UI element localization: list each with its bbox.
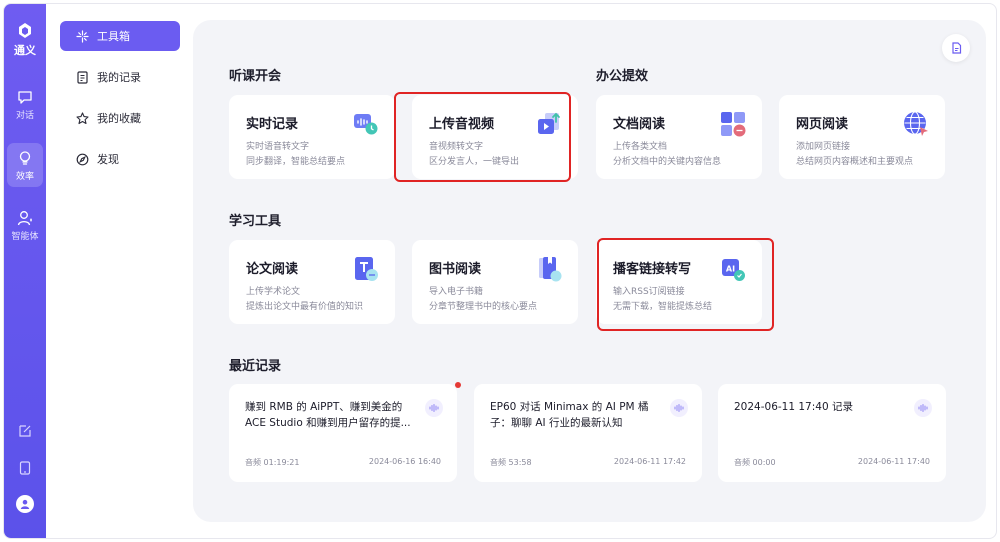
- recent-record-title: 2024-06-11 17:40 记录: [734, 401, 853, 413]
- svg-text:AI: AI: [726, 265, 735, 274]
- ai-podcast-icon: AI: [722, 259, 745, 281]
- upload-video-icon: [538, 112, 560, 134]
- audio-wave-icon: [670, 399, 688, 417]
- tool-card-desc: 分析文档中的关键内容信息: [613, 157, 722, 167]
- recent-record-title: 赚到 RMB 的 AiPPT、赚到美金的 ACE Studio 和赚到用户留存的…: [245, 401, 411, 429]
- rail-item-label: 智能体: [11, 232, 39, 242]
- tool-card-podcast[interactable]: 播客链接转写 输入RSS订阅链接 无需下载，智能提炼总结 AI: [596, 240, 762, 324]
- tool-card-desc: 输入RSS订阅链接: [613, 287, 685, 297]
- document-shortcut-button[interactable]: [942, 34, 970, 62]
- paper-icon: [355, 257, 378, 281]
- tool-card-desc: 无需下载，智能提炼总结: [613, 302, 713, 312]
- recent-record-card[interactable]: EP60 对话 Minimax 的 AI PM 橘子：聊聊 AI 行业的最新认知…: [474, 384, 702, 482]
- tool-card-desc: 上传学术论文: [246, 287, 301, 297]
- user-avatar[interactable]: [16, 495, 34, 513]
- agent-icon: [17, 211, 32, 226]
- app-window: 通义 对话 效率 智能体 工具箱 我的记录 我的收藏 发现 听课开会 办公提效 …: [3, 3, 997, 539]
- tool-card-desc: 音视频转文字: [429, 142, 484, 152]
- nav-item-favorites[interactable]: 我的收藏: [60, 103, 180, 133]
- tool-card-paper-reading[interactable]: 论文阅读 上传学术论文 提炼出论文中最有价值的知识: [229, 240, 395, 324]
- tool-card-realtime[interactable]: 实时记录 实时语音转文字 同步翻译，智能总结要点: [229, 95, 395, 179]
- record-document-icon: [77, 70, 88, 84]
- realtime-record-icon: [354, 114, 378, 135]
- tool-card-upload-av[interactable]: 上传音视频 音视频转文字 区分发言人，一键导出: [412, 95, 578, 179]
- tongyi-logo-icon: [19, 23, 31, 38]
- audio-wave-icon: [914, 399, 932, 417]
- toolbox-panel: 听课开会 办公提效 学习工具 最近记录 实时记录 实时语音转文字 同步翻译，智能总…: [193, 20, 986, 522]
- section-title-listen: 听课开会: [229, 69, 282, 84]
- recent-record-card[interactable]: 2024-06-11 17:40 记录 音频 00:00 2024-06-11 …: [718, 384, 946, 482]
- nav-item-records[interactable]: 我的记录: [60, 62, 180, 92]
- globe-icon: [904, 111, 928, 136]
- user-icon: [20, 499, 30, 509]
- icon-rail: 通义 对话 效率 智能体: [4, 4, 46, 538]
- star-icon: [76, 111, 89, 124]
- rail-item-label: 对话: [15, 111, 34, 121]
- rail-edit-button[interactable]: [4, 424, 46, 438]
- section-title-recent: 最近记录: [229, 359, 282, 374]
- tool-card-desc: 同步翻译，智能总结要点: [246, 157, 346, 167]
- rail-mobile-button[interactable]: [4, 461, 46, 475]
- recent-record-title: EP60 对话 Minimax 的 AI PM 橘子：聊聊 AI 行业的最新认知: [490, 401, 649, 429]
- edit-note-icon: [19, 425, 31, 437]
- book-icon: [539, 257, 562, 282]
- tool-card-web-reading[interactable]: 网页阅读 添加网页链接 总结网页内容概述和主要观点: [779, 95, 945, 179]
- recent-record-type: 音频 53:58: [490, 458, 532, 467]
- audio-wave-icon: [425, 399, 443, 417]
- nav-item-label: 工具箱: [97, 30, 130, 43]
- rail-item-label: 效率: [15, 172, 34, 182]
- section-title-study: 学习工具: [229, 214, 282, 229]
- tool-card-book-reading[interactable]: 图书阅读 导入电子书籍 分章节整理书中的核心要点: [412, 240, 578, 324]
- sparkle-icon: [76, 29, 89, 43]
- tool-card-desc: 添加网页链接: [796, 142, 851, 152]
- unread-dot: [455, 382, 461, 388]
- recent-record-type: 音频 01:19:21: [245, 458, 300, 467]
- recent-record-card[interactable]: 赚到 RMB 的 AiPPT、赚到美金的 ACE Studio 和赚到用户留存的…: [229, 384, 457, 482]
- recent-record-time: 2024-06-16 16:40: [368, 457, 441, 466]
- secondary-nav: 工具箱 我的记录 我的收藏 发现: [46, 4, 192, 538]
- tool-card-desc: 实时语音转文字: [246, 142, 310, 152]
- rail-item-agent[interactable]: 智能体: [7, 210, 43, 250]
- recent-record-time: 2024-06-11 17:42: [613, 457, 686, 466]
- tool-card-desc: 提炼出论文中最有价值的知识: [246, 302, 364, 312]
- app-logo[interactable]: 通义: [4, 22, 46, 58]
- tool-card-desc: 区分发言人，一键导出: [429, 157, 520, 167]
- rail-item-efficiency[interactable]: 效率: [7, 143, 43, 187]
- tool-card-desc: 分章节整理书中的核心要点: [429, 302, 538, 312]
- nav-item-toolbox[interactable]: 工具箱: [60, 21, 180, 51]
- tool-card-desc: 上传各类文档: [613, 142, 668, 152]
- nav-item-discover[interactable]: 发现: [60, 144, 180, 174]
- nav-item-label: 发现: [97, 153, 119, 166]
- nav-item-label: 我的记录: [97, 71, 141, 84]
- compass-icon: [76, 153, 89, 165]
- app-logo-label: 通义: [14, 44, 36, 57]
- tool-card-desc: 导入电子书籍: [429, 287, 484, 297]
- recent-record-time: 2024-06-11 17:40: [857, 457, 930, 466]
- rail-item-chat[interactable]: 对话: [7, 88, 43, 124]
- section-title-office: 办公提效: [596, 69, 649, 84]
- document-grid-icon: [721, 112, 746, 137]
- lightbulb-icon: [19, 151, 31, 165]
- document-icon: [951, 42, 961, 54]
- chat-bubble-icon: [18, 91, 32, 104]
- nav-item-label: 我的收藏: [97, 112, 141, 125]
- recent-record-type: 音频 00:00: [734, 458, 776, 467]
- tool-card-doc-reading[interactable]: 文档阅读 上传各类文档 分析文档中的关键内容信息: [596, 95, 762, 179]
- mobile-phone-icon: [19, 461, 31, 475]
- tool-card-desc: 总结网页内容概述和主要观点: [796, 157, 914, 167]
